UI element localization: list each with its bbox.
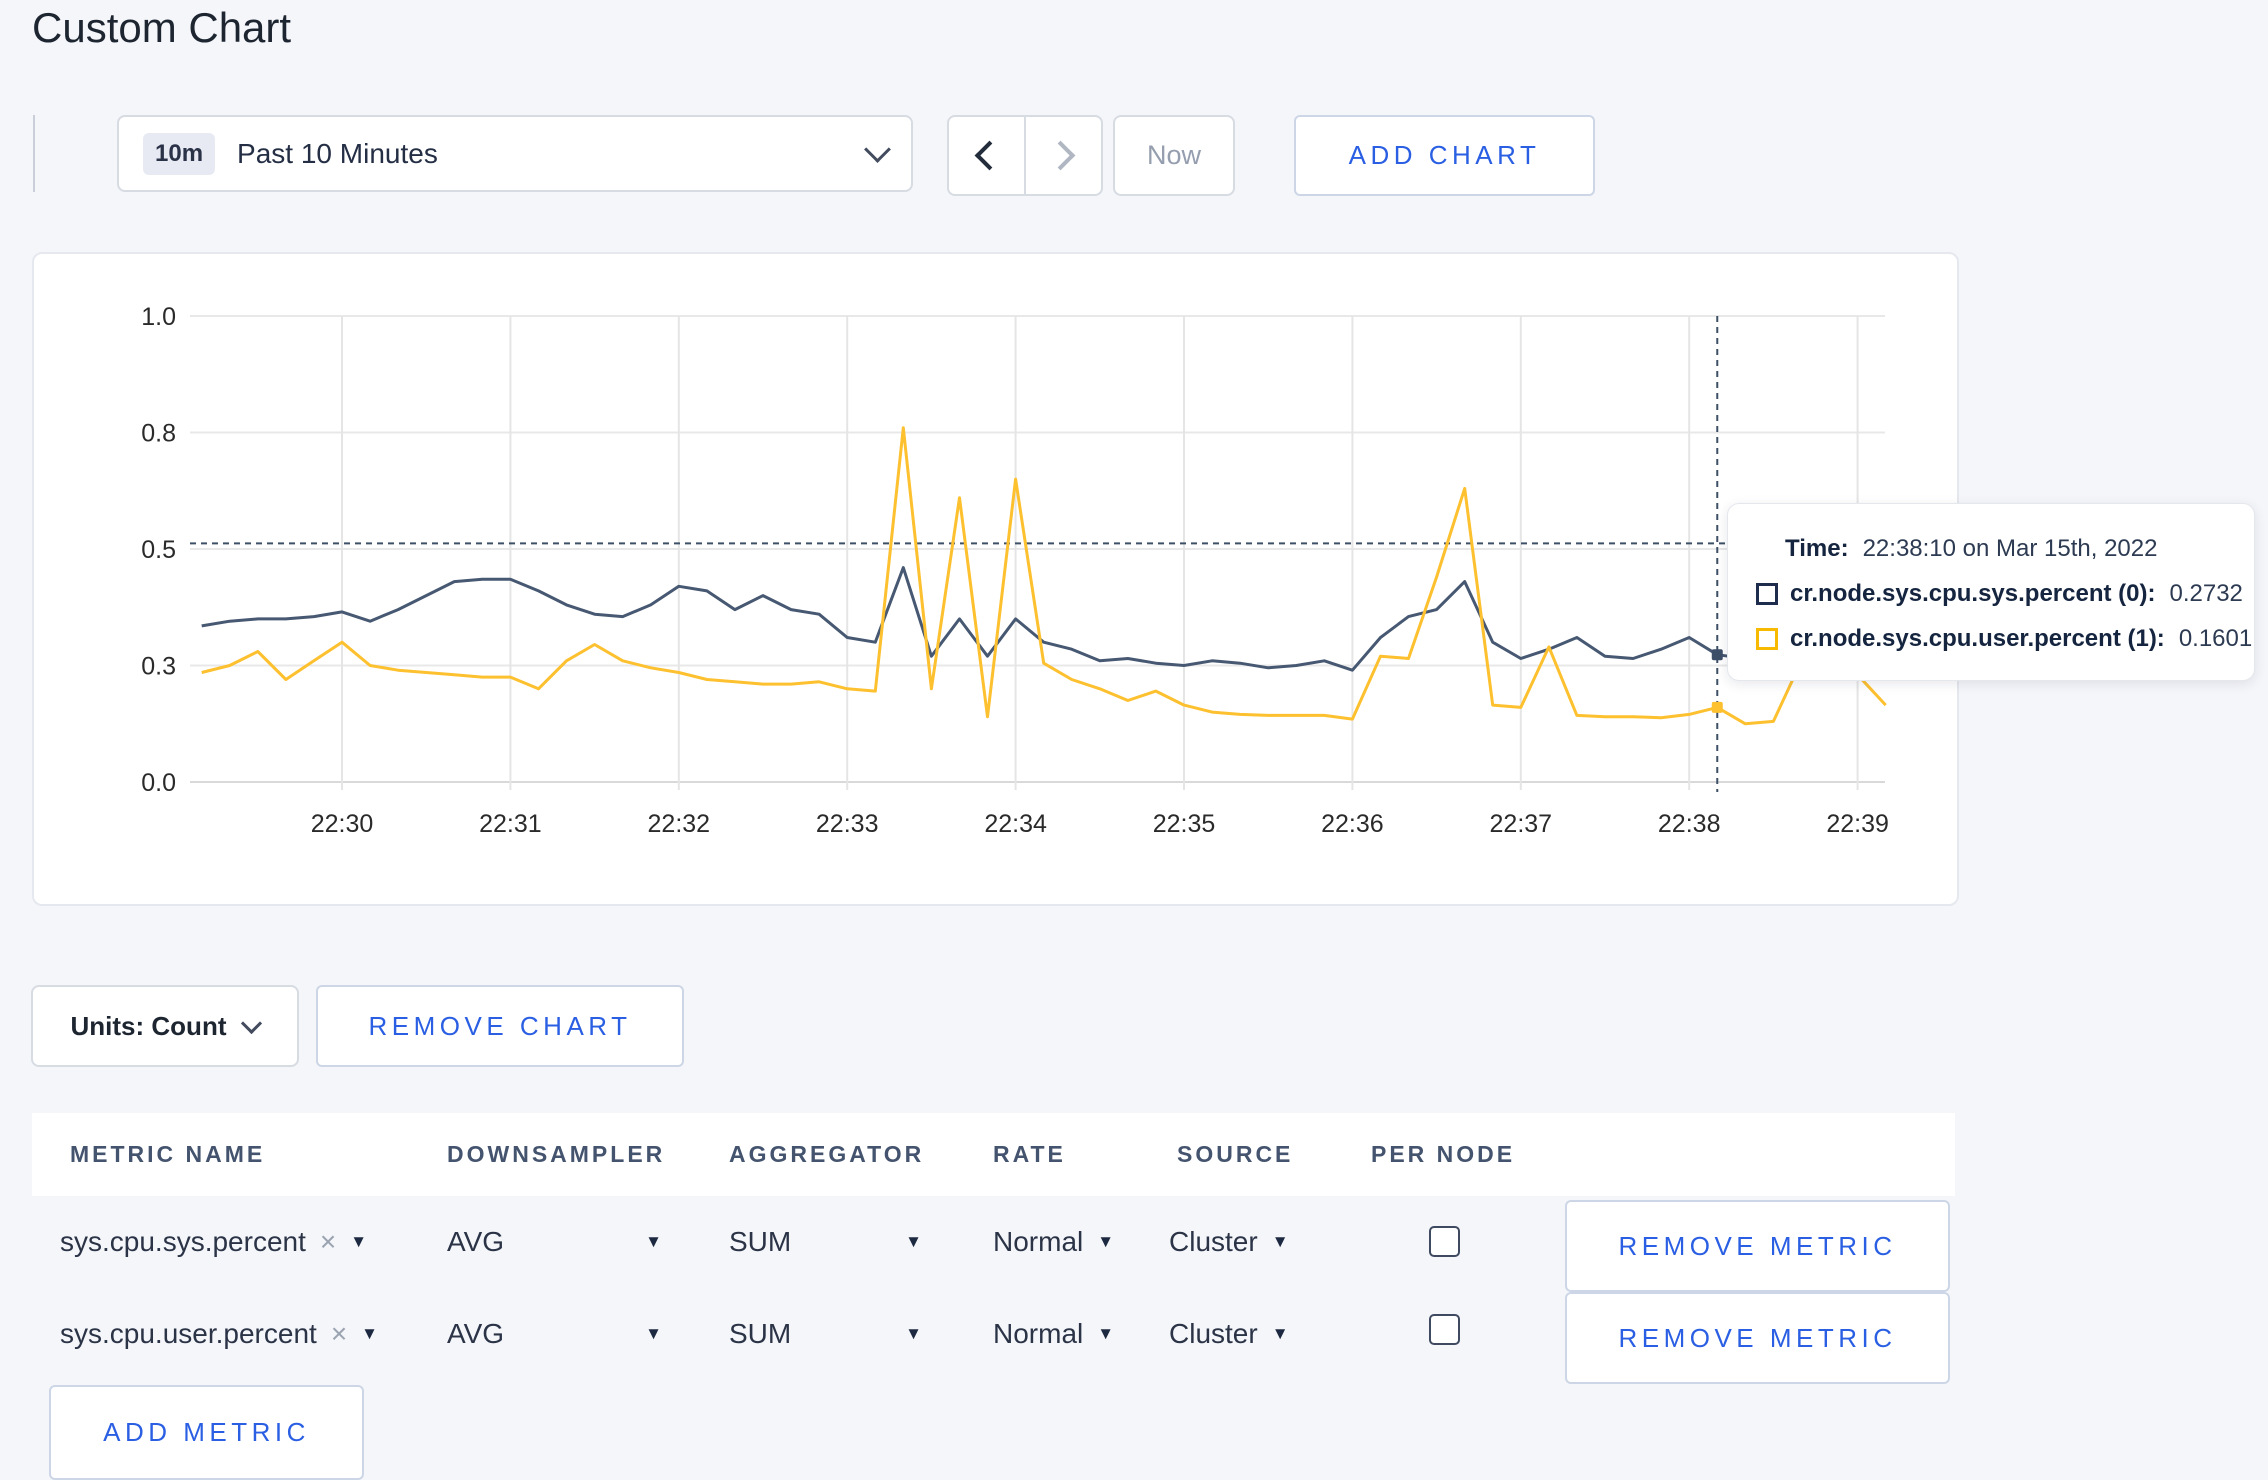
dropdown-arrow-icon: ▼ <box>905 1324 922 1343</box>
dropdown-arrow-icon: ▼ <box>1271 1324 1289 1343</box>
units-select[interactable]: Units: Count <box>31 985 299 1067</box>
source-select[interactable]: Cluster ▼ <box>1169 1318 1289 1350</box>
dropdown-arrow-icon: ▼ <box>1097 1232 1115 1251</box>
step-forward-button[interactable] <box>1024 117 1101 194</box>
metric-name-combobox[interactable]: sys.cpu.sys.percent × ▼ <box>60 1226 367 1258</box>
user-series-legend-icon <box>1756 628 1778 650</box>
tooltip-series-value: 0.2732 <box>2169 580 2243 607</box>
dropdown-arrow-icon: ▼ <box>361 1324 378 1343</box>
time-range-label: Past 10 Minutes <box>237 137 438 169</box>
dropdown-arrow-icon: ▼ <box>1271 1232 1289 1251</box>
time-step-buttons <box>947 115 1103 196</box>
tooltip-time-row: Time: 22:38:10 on Mar 15th, 2022 <box>1756 529 2254 569</box>
add-metric-button[interactable]: ADD METRIC <box>49 1385 364 1480</box>
metrics-table-header: METRIC NAME DOWNSAMPLER AGGREGATOR RATE … <box>32 1113 1955 1196</box>
chevron-right-icon <box>1045 140 1076 171</box>
col-per-node: PER NODE <box>1371 1141 1516 1167</box>
per-node-checkbox[interactable] <box>1429 1314 1460 1345</box>
tooltip-series-label: cr.node.sys.cpu.sys.percent (0): <box>1790 580 2156 607</box>
metric-name-combobox[interactable]: sys.cpu.user.percent × ▼ <box>60 1318 378 1350</box>
col-downsampler: DOWNSAMPLER <box>447 1141 666 1167</box>
tooltip-series-row: cr.node.sys.cpu.sys.percent (0): 0.2732 <box>1756 574 2254 614</box>
chevron-left-icon <box>974 140 1005 171</box>
page-title: Custom Chart <box>32 4 292 51</box>
tooltip-time-value: 22:38:10 on Mar 15th, 2022 <box>1862 535 2158 562</box>
time-range-badge: 10m <box>143 132 216 175</box>
col-metric-name: METRIC NAME <box>70 1141 266 1167</box>
rate-select[interactable]: Normal ▼ <box>993 1226 1114 1258</box>
custom-chart-page: { "page": { "title": "Custom Chart" }, "… <box>0 0 2268 1480</box>
time-range-select[interactable]: 10m Past 10 Minutes <box>117 115 913 192</box>
clear-icon[interactable]: × <box>331 1318 347 1350</box>
col-source: SOURCE <box>1177 1141 1294 1167</box>
chart-group-rail <box>33 115 35 192</box>
chart-card[interactable] <box>32 252 1959 906</box>
downsampler-select[interactable]: AVG ▼ <box>447 1318 662 1350</box>
add-chart-button[interactable]: ADD CHART <box>1294 115 1595 196</box>
tooltip-series-value: 0.1601 <box>2178 625 2253 652</box>
aggregator-select[interactable]: SUM ▼ <box>729 1318 922 1350</box>
downsampler-select[interactable]: AVG ▼ <box>447 1226 662 1258</box>
col-aggregator: AGGREGATOR <box>729 1141 925 1167</box>
remove-metric-button[interactable]: REMOVE METRIC <box>1565 1200 1950 1292</box>
remove-chart-button[interactable]: REMOVE CHART <box>316 985 684 1067</box>
per-node-checkbox[interactable] <box>1429 1226 1460 1257</box>
clear-icon[interactable]: × <box>320 1226 336 1258</box>
chevron-down-icon <box>241 1012 263 1034</box>
tooltip-series-label: cr.node.sys.cpu.user.percent (1): <box>1790 625 2165 652</box>
dropdown-arrow-icon: ▼ <box>1097 1324 1115 1343</box>
units-label: Units: Count <box>70 1010 227 1041</box>
col-rate: RATE <box>993 1141 1066 1167</box>
dropdown-arrow-icon: ▼ <box>350 1232 368 1251</box>
dropdown-arrow-icon: ▼ <box>645 1232 662 1251</box>
source-select[interactable]: Cluster ▼ <box>1169 1226 1289 1258</box>
dropdown-arrow-icon: ▼ <box>645 1324 662 1343</box>
rate-select[interactable]: Normal ▼ <box>993 1318 1114 1350</box>
dropdown-arrow-icon: ▼ <box>905 1232 922 1251</box>
chart-tooltip: Time: 22:38:10 on Mar 15th, 2022 cr.node… <box>1727 503 2255 681</box>
sys-series-legend-icon <box>1756 583 1778 605</box>
now-button[interactable]: Now <box>1113 115 1235 196</box>
tooltip-time-label: Time: <box>1785 535 1849 562</box>
chevron-down-icon <box>864 136 891 163</box>
tooltip-series-row: cr.node.sys.cpu.user.percent (1): 0.1601 <box>1756 619 2254 659</box>
remove-metric-button[interactable]: REMOVE METRIC <box>1565 1292 1950 1384</box>
step-back-button[interactable] <box>949 117 1024 194</box>
aggregator-select[interactable]: SUM ▼ <box>729 1226 922 1258</box>
